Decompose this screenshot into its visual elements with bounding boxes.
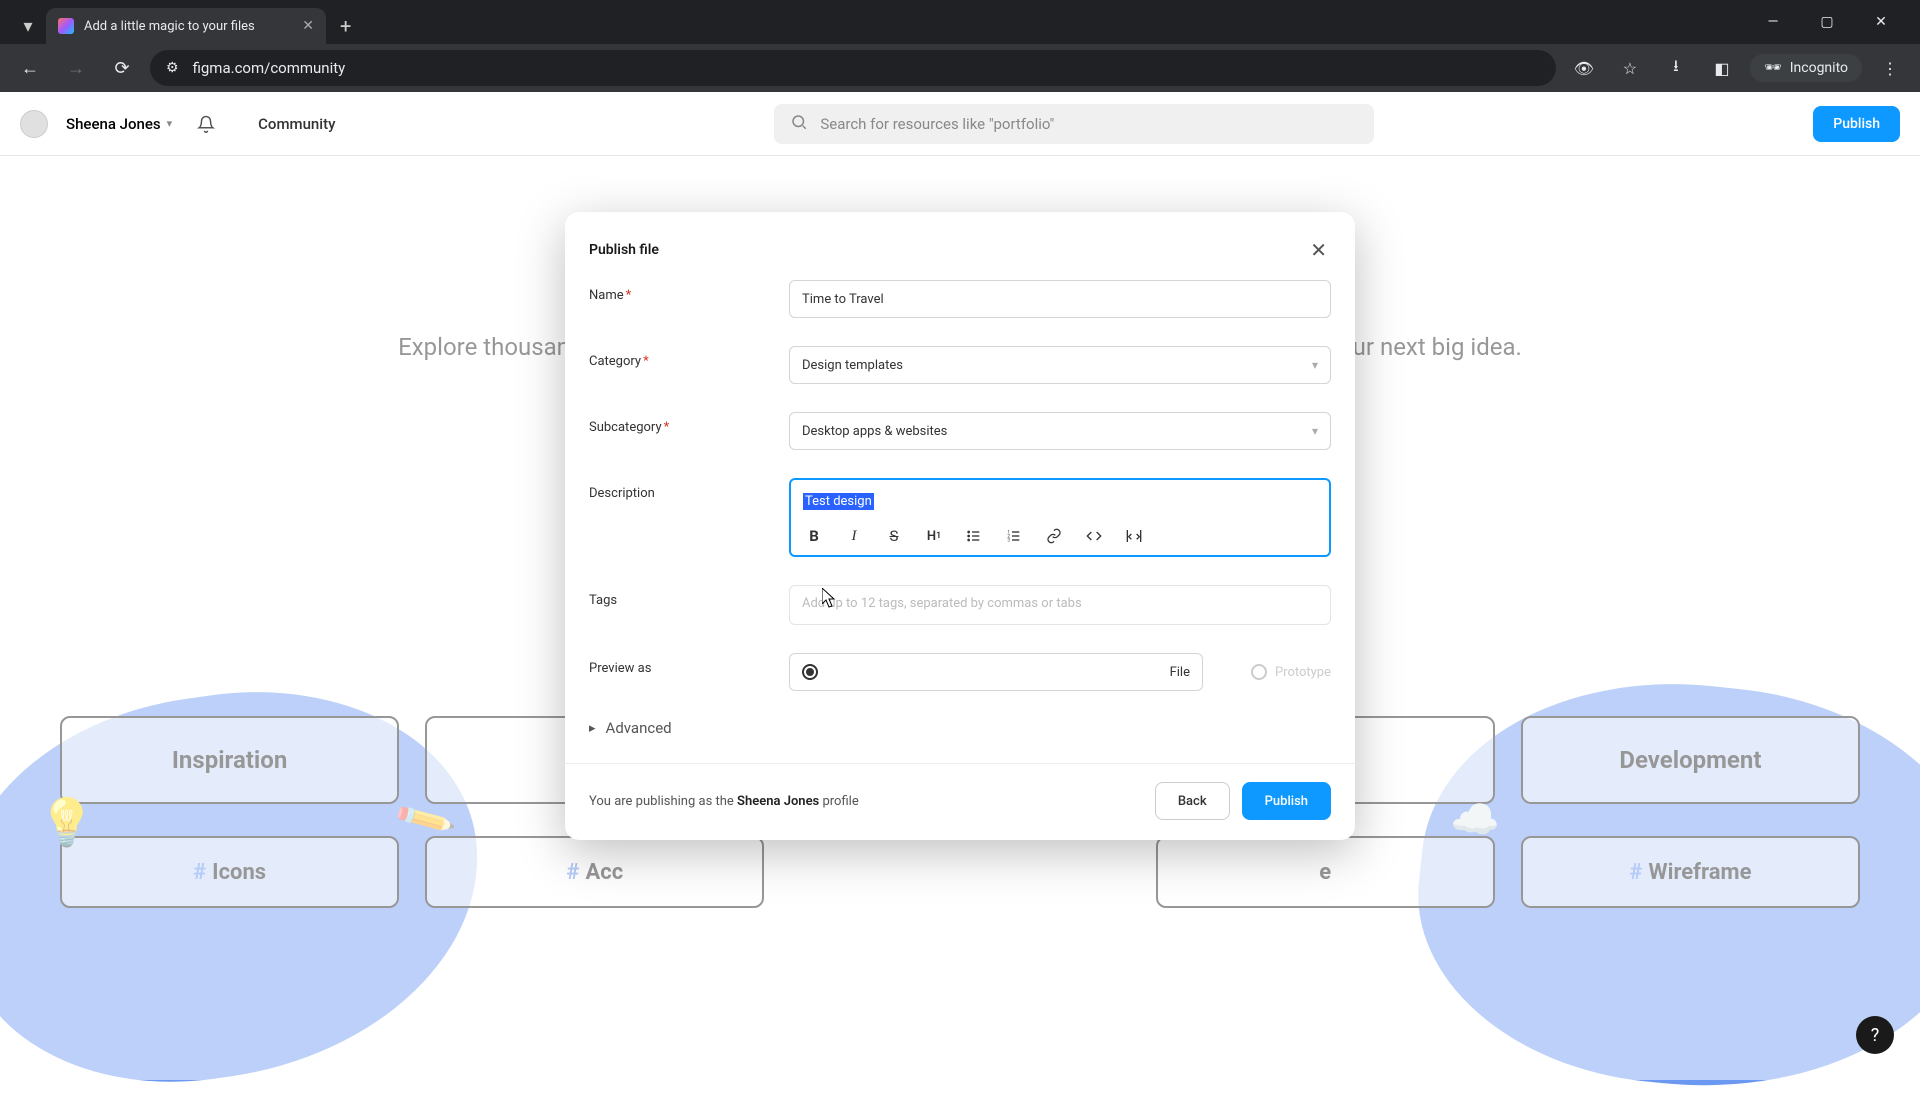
window-maximize-button[interactable]: ▢ bbox=[1804, 6, 1850, 38]
reload-button[interactable]: ⟳ bbox=[104, 50, 140, 86]
address-bar[interactable]: ⚙ figma.com/community bbox=[150, 50, 1556, 86]
description-label: Description bbox=[589, 478, 769, 501]
window-close-button[interactable]: ✕ bbox=[1858, 6, 1904, 38]
name-input[interactable] bbox=[789, 280, 1331, 318]
code-button[interactable] bbox=[1083, 525, 1105, 547]
tags-input[interactable]: Add up to 12 tags, separated by commas o… bbox=[789, 585, 1331, 625]
back-button[interactable]: Back bbox=[1155, 782, 1230, 820]
window-minimize-button[interactable]: — bbox=[1750, 6, 1796, 38]
preview-as-label: Preview as bbox=[589, 653, 769, 676]
advanced-label: Advanced bbox=[606, 719, 672, 737]
preview-radio-prototype: Prototype bbox=[1251, 664, 1331, 680]
help-fab-button[interactable]: ? bbox=[1856, 1016, 1894, 1054]
bullet-list-button[interactable] bbox=[963, 525, 985, 547]
bookmark-star-icon[interactable]: ☆ bbox=[1612, 50, 1648, 86]
subcategory-label: Subcategory* bbox=[589, 412, 769, 435]
browser-tab-strip: ▾ Add a little magic to your files ✕ + —… bbox=[0, 0, 1920, 44]
heading-button[interactable]: H1 bbox=[923, 525, 945, 547]
new-tab-button[interactable]: + bbox=[330, 14, 361, 38]
category-label: Category* bbox=[589, 346, 769, 369]
tags-label: Tags bbox=[589, 585, 769, 608]
subcategory-select[interactable]: Desktop apps & websites ▾ bbox=[789, 412, 1331, 450]
advanced-toggle[interactable]: ▸ Advanced bbox=[565, 709, 1355, 763]
radio-dot-icon bbox=[802, 664, 818, 680]
name-label: Name* bbox=[589, 280, 769, 303]
radio-dot-icon bbox=[1251, 664, 1267, 680]
site-settings-icon[interactable]: ⚙ bbox=[166, 60, 179, 76]
radio-label-file: File bbox=[1170, 665, 1190, 680]
tab-list-button[interactable]: ▾ bbox=[14, 12, 42, 40]
svg-text:3: 3 bbox=[1007, 537, 1010, 543]
description-selected-text[interactable]: Test design bbox=[803, 493, 874, 510]
publish-file-modal: Publish file ✕ Name* Category* Design te… bbox=[565, 212, 1355, 840]
close-modal-button[interactable]: ✕ bbox=[1306, 234, 1331, 266]
description-editor[interactable]: Test design B I S H1 123 bbox=[789, 478, 1331, 557]
incognito-icon: 🕶 bbox=[1764, 60, 1782, 76]
radio-label-prototype: Prototype bbox=[1275, 665, 1331, 680]
incognito-chip[interactable]: 🕶 Incognito bbox=[1750, 54, 1862, 82]
strikethrough-button[interactable]: S bbox=[883, 525, 905, 547]
subcategory-value: Desktop apps & websites bbox=[802, 424, 947, 439]
download-icon[interactable]: ⭳ bbox=[1658, 50, 1694, 86]
publishing-as-text: You are publishing as the Sheena Jones p… bbox=[589, 794, 859, 809]
modal-overlay: Publish file ✕ Name* Category* Design te… bbox=[0, 92, 1920, 1080]
publish-button[interactable]: Publish bbox=[1242, 782, 1331, 820]
close-tab-icon[interactable]: ✕ bbox=[302, 18, 314, 34]
browser-toolbar: ← → ⟳ ⚙ figma.com/community 👁 ☆ ⭳ ◧ 🕶 In… bbox=[0, 44, 1920, 92]
browser-tab-active[interactable]: Add a little magic to your files ✕ bbox=[46, 8, 326, 44]
code-block-button[interactable] bbox=[1123, 525, 1145, 547]
profile-name: Sheena Jones bbox=[737, 794, 819, 809]
url-text: figma.com/community bbox=[193, 59, 346, 77]
tab-title: Add a little magic to your files bbox=[84, 19, 292, 34]
link-button[interactable] bbox=[1043, 525, 1065, 547]
category-value: Design templates bbox=[802, 358, 903, 373]
preview-radio-file[interactable]: File bbox=[789, 653, 1203, 691]
bold-button[interactable]: B bbox=[803, 525, 825, 547]
browser-menu-button[interactable]: ⋮ bbox=[1872, 50, 1908, 86]
modal-title: Publish file bbox=[589, 242, 659, 258]
chevron-down-icon: ▾ bbox=[1312, 424, 1318, 438]
italic-button[interactable]: I bbox=[843, 525, 865, 547]
figma-favicon-icon bbox=[58, 18, 74, 34]
chevron-down-icon: ▾ bbox=[1312, 358, 1318, 372]
incognito-label: Incognito bbox=[1790, 60, 1848, 76]
rich-text-toolbar: B I S H1 123 bbox=[803, 525, 1317, 547]
sidepanel-icon[interactable]: ◧ bbox=[1704, 50, 1740, 86]
back-button[interactable]: ← bbox=[12, 50, 48, 86]
numbered-list-button[interactable]: 123 bbox=[1003, 525, 1025, 547]
eye-incognito-icon[interactable]: 👁 bbox=[1566, 50, 1602, 86]
forward-button[interactable]: → bbox=[58, 50, 94, 86]
category-select[interactable]: Design templates ▾ bbox=[789, 346, 1331, 384]
chevron-right-icon: ▸ bbox=[589, 721, 596, 736]
